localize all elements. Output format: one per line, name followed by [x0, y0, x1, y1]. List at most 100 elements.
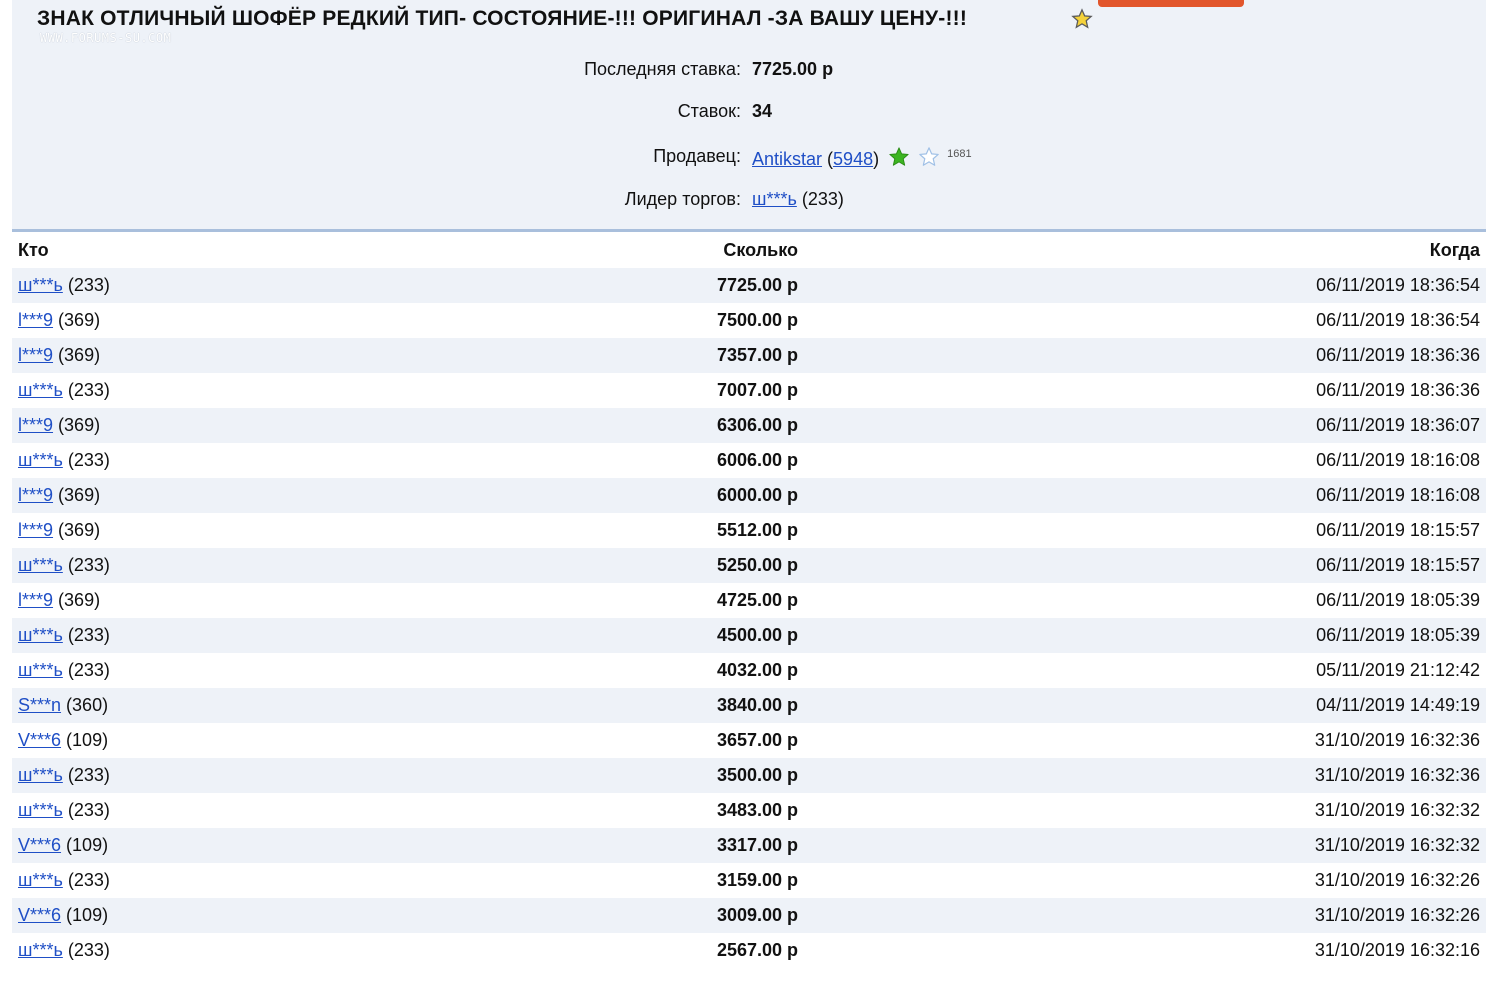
bidder-cell: V***6 (109)	[12, 723, 344, 758]
bidder-link[interactable]: ш***ь	[18, 450, 63, 470]
table-row: l***9 (369) 5512.00 р 06/11/2019 18:15:57	[12, 513, 1486, 548]
bidder-link[interactable]: ш***ь	[18, 940, 63, 960]
bidder-link[interactable]: l***9	[18, 310, 53, 330]
bid-amount: 6000.00 р	[344, 478, 804, 513]
bid-time: 06/11/2019 18:16:08	[804, 443, 1486, 478]
bid-time: 04/11/2019 14:49:19	[804, 688, 1486, 723]
table-row: ш***ь (233) 7007.00 р 06/11/2019 18:36:36	[12, 373, 1486, 408]
bid-amount: 3009.00 р	[344, 898, 804, 933]
bidder-rating: (233)	[67, 380, 110, 400]
bid-amount: 7500.00 р	[344, 303, 804, 338]
bidder-rating: (233)	[67, 800, 110, 820]
table-row: ш***ь (233) 6006.00 р 06/11/2019 18:16:08	[12, 443, 1486, 478]
bidder-rating: (109)	[66, 730, 109, 750]
bidder-cell: ш***ь (233)	[12, 793, 344, 828]
bidder-cell: l***9 (369)	[12, 303, 344, 338]
lot-title: ЗНАК ОТЛИЧНЫЙ ШОФЁР РЕДКИЙ ТИП- СОСТОЯНИ…	[37, 7, 968, 30]
bidder-link[interactable]: ш***ь	[18, 555, 63, 575]
watermark: WWW.FORUMS-SU.COM	[40, 31, 172, 45]
bid-time: 06/11/2019 18:15:57	[804, 513, 1486, 548]
bidder-rating: (369)	[58, 345, 101, 365]
bidder-cell: ш***ь (233)	[12, 758, 344, 793]
last-bid-value: 7725.00 р	[752, 59, 834, 79]
leader-row: Лидер торгов: ш***ь (233)	[0, 189, 1500, 217]
bidder-link[interactable]: l***9	[18, 415, 53, 435]
bidder-cell: l***9 (369)	[12, 408, 344, 443]
table-row: S***n (360) 3840.00 р 04/11/2019 14:49:19	[12, 688, 1486, 723]
bidder-link[interactable]: V***6	[18, 905, 61, 925]
bidder-link[interactable]: ш***ь	[18, 625, 63, 645]
bidder-rating: (109)	[66, 905, 109, 925]
action-button[interactable]	[1098, 0, 1244, 7]
bidder-rating: (369)	[58, 485, 101, 505]
bidder-link[interactable]: ш***ь	[18, 380, 63, 400]
leader-info: ш***ь (233)	[752, 189, 844, 210]
seller-link[interactable]: Antikstar	[752, 149, 822, 169]
bidder-rating: (369)	[58, 520, 101, 540]
bid-time: 06/11/2019 18:15:57	[804, 548, 1486, 583]
bidder-cell: ш***ь (233)	[12, 268, 344, 303]
bidder-cell: l***9 (369)	[12, 338, 344, 373]
bidder-rating: (369)	[58, 310, 101, 330]
bidder-rating: (233)	[67, 625, 110, 645]
seller-label: Продавец:	[653, 146, 741, 166]
bid-amount: 3317.00 р	[344, 828, 804, 863]
bidder-link[interactable]: l***9	[18, 345, 53, 365]
bidder-rating: (369)	[58, 415, 101, 435]
bids-count-row: Ставок: 34	[0, 101, 1500, 129]
bid-time: 06/11/2019 18:16:08	[804, 478, 1486, 513]
table-row: l***9 (369) 6000.00 р 06/11/2019 18:16:08	[12, 478, 1486, 513]
seller-info: Antikstar (5948) 1681	[752, 146, 972, 170]
bidder-cell: l***9 (369)	[12, 478, 344, 513]
bidder-cell: l***9 (369)	[12, 583, 344, 618]
bidder-link[interactable]: l***9	[18, 520, 53, 540]
bid-amount: 3657.00 р	[344, 723, 804, 758]
bidder-link[interactable]: V***6	[18, 835, 61, 855]
bid-amount: 7725.00 р	[344, 268, 804, 303]
bid-amount: 5250.00 р	[344, 548, 804, 583]
bidder-link[interactable]: S***n	[18, 695, 61, 715]
table-row: V***6 (109) 3009.00 р 31/10/2019 16:32:26	[12, 898, 1486, 933]
header-amount: Сколько	[344, 232, 804, 268]
last-bid-row: Последняя ставка: 7725.00 р	[0, 59, 1500, 87]
table-row: ш***ь (233) 2567.00 р 31/10/2019 16:32:16	[12, 933, 1486, 968]
header-who: Кто	[12, 232, 344, 268]
bidder-cell: S***n (360)	[12, 688, 344, 723]
bid-amount: 5512.00 р	[344, 513, 804, 548]
bidder-link[interactable]: ш***ь	[18, 765, 63, 785]
bidder-rating: (233)	[67, 660, 110, 680]
bid-time: 06/11/2019 18:05:39	[804, 618, 1486, 653]
table-row: l***9 (369) 7500.00 р 06/11/2019 18:36:54	[12, 303, 1486, 338]
bidder-link[interactable]: l***9	[18, 485, 53, 505]
bids-count-label: Ставок:	[677, 101, 741, 121]
bidder-link[interactable]: ш***ь	[18, 870, 63, 890]
bid-time: 05/11/2019 21:12:42	[804, 653, 1486, 688]
header-when: Когда	[804, 232, 1486, 268]
bidder-cell: ш***ь (233)	[12, 443, 344, 478]
table-row: l***9 (369) 7357.00 р 06/11/2019 18:36:36	[12, 338, 1486, 373]
bidder-link[interactable]: V***6	[18, 730, 61, 750]
leader-link[interactable]: ш***ь	[752, 189, 797, 209]
bidder-cell: l***9 (369)	[12, 513, 344, 548]
bidder-rating: (233)	[67, 940, 110, 960]
last-bid-label: Последняя ставка:	[584, 59, 741, 79]
bid-amount: 4725.00 р	[344, 583, 804, 618]
bidder-link[interactable]: ш***ь	[18, 800, 63, 820]
bid-time: 31/10/2019 16:32:36	[804, 723, 1486, 758]
bidder-link[interactable]: l***9	[18, 590, 53, 610]
bid-amount: 3159.00 р	[344, 863, 804, 898]
seller-star-count: 1681	[947, 148, 972, 160]
bid-amount: 3483.00 р	[344, 793, 804, 828]
seller-rating-close: )	[873, 149, 880, 169]
bid-amount: 3500.00 р	[344, 758, 804, 793]
bid-time: 06/11/2019 18:36:54	[804, 303, 1486, 338]
favorite-star-icon[interactable]	[1071, 8, 1093, 30]
bidder-link[interactable]: ш***ь	[18, 275, 63, 295]
bid-time: 31/10/2019 16:32:32	[804, 793, 1486, 828]
bidder-cell: V***6 (109)	[12, 828, 344, 863]
bidder-cell: ш***ь (233)	[12, 373, 344, 408]
seller-rating-link[interactable]: 5948	[833, 149, 873, 169]
bidder-link[interactable]: ш***ь	[18, 660, 63, 680]
leader-label: Лидер торгов:	[624, 189, 741, 209]
table-row: V***6 (109) 3657.00 р 31/10/2019 16:32:36	[12, 723, 1486, 758]
